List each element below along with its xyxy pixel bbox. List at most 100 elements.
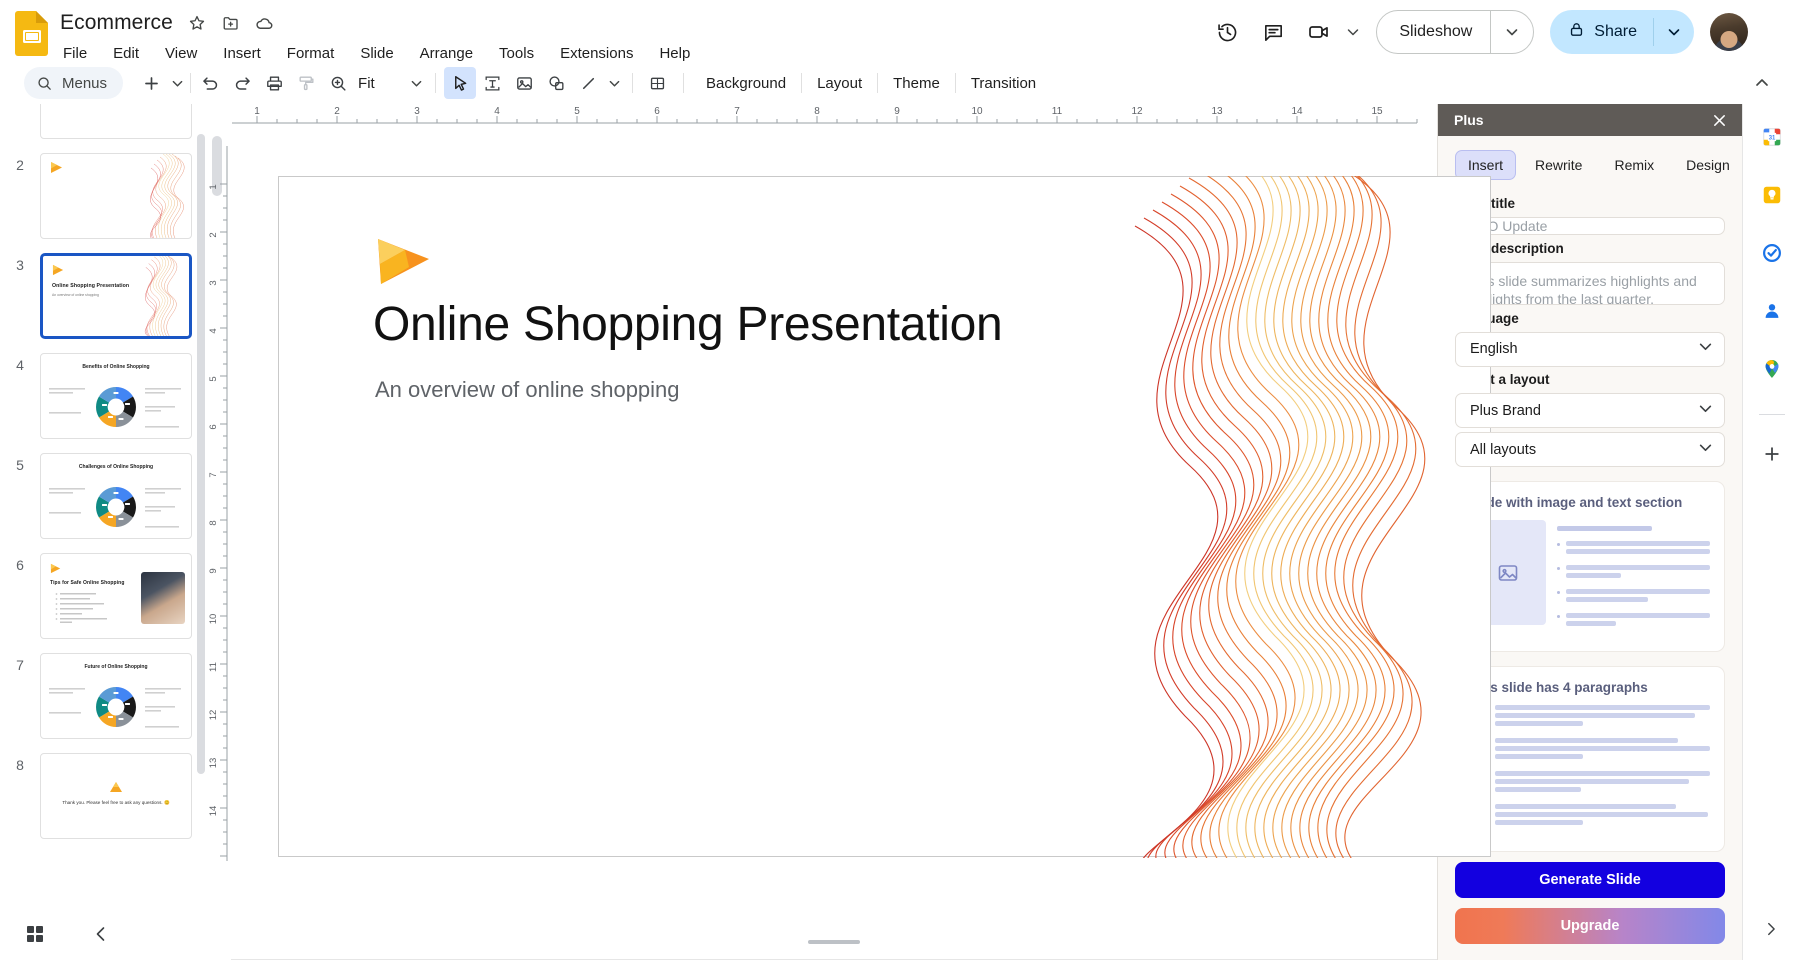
layout-grid-button[interactable] [641, 67, 673, 99]
meet-camera-icon[interactable] [1298, 11, 1340, 53]
menu-help[interactable]: Help [656, 43, 693, 64]
insert-shape-button[interactable] [540, 67, 572, 99]
calendar-icon[interactable]: 31 [1757, 122, 1787, 152]
menu-format[interactable]: Format [284, 43, 338, 64]
menu-edit[interactable]: Edit [110, 43, 142, 64]
list-item[interactable]: 2 [0, 146, 207, 246]
contacts-icon[interactable] [1757, 296, 1787, 326]
paint-format-button[interactable] [290, 67, 322, 99]
expand-right-icon[interactable] [1758, 916, 1784, 942]
horizontal-ruler[interactable]: 1234 5678 9101112 131415 [207, 104, 1437, 126]
tab-remix[interactable]: Remix [1601, 150, 1667, 180]
layout-card-image-text[interactable]: Slide with image and text section [1455, 481, 1725, 652]
star-icon[interactable] [187, 13, 207, 33]
slide-editor: 1234 5678 9101112 131415 [207, 104, 1437, 960]
filmstrip-scroll[interactable]: 1 2 [0, 104, 207, 908]
cloud-saved-icon[interactable] [255, 13, 275, 33]
menu-slide[interactable]: Slide [357, 43, 396, 64]
select-tool-button[interactable] [444, 67, 476, 99]
language-select[interactable]: English [1455, 332, 1725, 367]
slide-thumbnail[interactable] [40, 104, 192, 139]
slide-thumbnail-selected[interactable]: Online Shopping Presentation An overview… [40, 253, 192, 339]
list-item[interactable]: 5 Challenges of Online Shopping [0, 446, 207, 546]
slide-thumbnail[interactable]: Thank you. Please feel free to ask any q… [40, 753, 192, 839]
layout-select-value[interactable]: Plus Brand [1455, 393, 1725, 428]
zoom-level-select[interactable]: Fit [354, 67, 427, 99]
new-slide-chevron-down-icon[interactable] [167, 67, 187, 99]
layout-select[interactable]: Plus Brand [1455, 393, 1725, 428]
insert-image-button[interactable] [508, 67, 540, 99]
filmstrip-scrollbar[interactable] [197, 134, 205, 774]
new-slide-button[interactable] [135, 67, 167, 99]
slide-subtitle-text[interactable]: An overview of online shopping [375, 377, 680, 403]
language-select-value[interactable]: English [1455, 332, 1725, 367]
slide-thumbnail[interactable] [40, 153, 192, 239]
menu-tools[interactable]: Tools [496, 43, 537, 64]
layout-filter-select[interactable]: All layouts [1455, 432, 1725, 467]
layout-card-paragraphs[interactable]: This slide has 4 paragraphs [1455, 666, 1725, 852]
paragraph-bars [1495, 705, 1710, 729]
list-item[interactable]: 4 Benefits of Online Shopping [0, 346, 207, 446]
list-item[interactable]: 8 Thank you. Please feel free to ask any… [0, 746, 207, 846]
zoom-button[interactable] [322, 67, 354, 99]
slide-thumbnail[interactable]: Tips for Safe Online Shopping [40, 553, 192, 639]
print-button[interactable] [258, 67, 290, 99]
slide-description-input[interactable] [1455, 262, 1725, 305]
slideshow-chevron-down-icon[interactable] [1491, 11, 1533, 53]
collapse-toolbar-chevron-up-icon[interactable] [1746, 67, 1778, 99]
document-title[interactable]: Ecommerce [60, 11, 173, 35]
divider [190, 73, 191, 93]
collapse-left-icon[interactable] [86, 919, 116, 949]
divider [683, 73, 684, 93]
close-icon[interactable] [1708, 109, 1730, 131]
text-box-button[interactable] [476, 67, 508, 99]
menu-arrange[interactable]: Arrange [417, 43, 476, 64]
theme-button[interactable]: Theme [881, 69, 952, 98]
menu-insert[interactable]: Insert [220, 43, 264, 64]
slide-thumbnail[interactable]: Future of Online Shopping [40, 653, 192, 739]
slideshow-button[interactable]: Slideshow [1377, 11, 1490, 53]
canvas-area[interactable]: Online Shopping Presentation An overview… [231, 126, 1437, 960]
add-apps-icon[interactable] [1757, 439, 1787, 469]
svg-text:7: 7 [208, 472, 219, 477]
zoom-chevron-down-icon[interactable] [405, 67, 427, 99]
menu-view[interactable]: View [162, 43, 200, 64]
meet-chevron-down-icon[interactable] [1344, 23, 1362, 41]
tab-rewrite[interactable]: Rewrite [1522, 150, 1595, 180]
list-item[interactable]: 6 Tips for Safe Online Shopping [0, 546, 207, 646]
maps-icon[interactable] [1757, 354, 1787, 384]
list-item[interactable]: 3 Online Shopping Presentation An overvi… [0, 246, 207, 346]
insert-line-button[interactable] [572, 67, 604, 99]
slide-canvas[interactable]: Online Shopping Presentation An overview… [278, 176, 1491, 857]
generate-slide-button[interactable]: Generate Slide [1455, 862, 1725, 898]
comment-icon[interactable] [1252, 11, 1294, 53]
upgrade-button[interactable]: Upgrade [1455, 908, 1725, 944]
menu-extensions[interactable]: Extensions [557, 43, 636, 64]
slide-title-input[interactable] [1455, 217, 1725, 235]
redo-button[interactable] [226, 67, 258, 99]
version-history-icon[interactable] [1206, 11, 1248, 53]
search-menus-button[interactable]: Menus [24, 67, 123, 99]
undo-button[interactable] [194, 67, 226, 99]
tab-design[interactable]: Design [1673, 150, 1742, 180]
tasks-icon[interactable] [1757, 238, 1787, 268]
menu-file[interactable]: File [60, 43, 90, 64]
slide-thumbnail[interactable]: Challenges of Online Shopping [40, 453, 192, 539]
vertical-ruler[interactable]: 1 2 3 4 5 6 7 8 9 10 11 12 13 [207, 126, 231, 960]
list-item[interactable]: 7 Future of Online Shopping [0, 646, 207, 746]
background-button[interactable]: Background [694, 69, 798, 98]
horizontal-scroll-handle[interactable] [808, 940, 860, 944]
line-chevron-down-icon[interactable] [604, 67, 624, 99]
layout-filter-value[interactable]: All layouts [1455, 432, 1725, 467]
avatar[interactable] [1710, 13, 1748, 51]
slide-title-text[interactable]: Online Shopping Presentation [373, 297, 1002, 352]
list-item[interactable]: 1 [0, 104, 207, 146]
move-to-folder-icon[interactable] [221, 13, 241, 33]
share-button[interactable]: Share [1550, 10, 1653, 54]
layout-button[interactable]: Layout [805, 69, 874, 98]
slide-thumbnail[interactable]: Benefits of Online Shopping [40, 353, 192, 439]
keep-icon[interactable] [1757, 180, 1787, 210]
grid-view-icon[interactable] [20, 919, 50, 949]
transition-button[interactable]: Transition [959, 69, 1048, 98]
share-chevron-down-icon[interactable] [1654, 10, 1694, 54]
